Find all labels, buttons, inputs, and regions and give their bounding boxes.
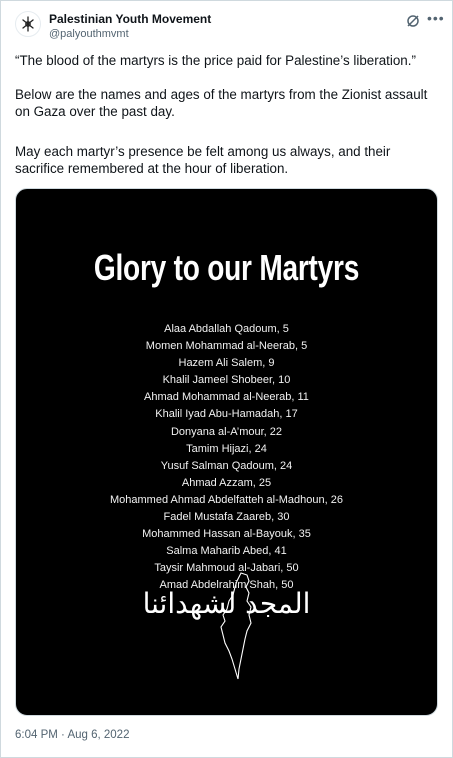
martyr-name: Alaa Abdallah Qadoum, 5 bbox=[164, 323, 289, 335]
martyr-name: Momen Mohammad al-Neerab, 5 bbox=[145, 340, 308, 353]
martyr-name: Ahmad Mohammad al-Neerab, 11 bbox=[144, 391, 309, 404]
pym-logo-icon bbox=[22, 16, 34, 32]
media-title: Glory to our Martyrs bbox=[93, 247, 360, 288]
martyr-name: Hazem Ali Salem, 9 bbox=[178, 357, 275, 370]
martyr-name: Fadel Mustafa Zaareb, 30 bbox=[163, 511, 290, 524]
tweet-text-paragraph-1: “The blood of the martyrs is the price p… bbox=[15, 53, 416, 68]
martyr-name: Tamim Hijazi, 24 bbox=[186, 442, 267, 455]
tweet-timestamp: 6:04 PM · Aug 6, 2022 bbox=[15, 729, 129, 741]
tweet-card: Palestinian Youth Movement @palyouthmvmt… bbox=[0, 0, 453, 758]
avatar[interactable] bbox=[15, 11, 41, 37]
author-handle[interactable]: @palyouthmvmt bbox=[49, 28, 129, 40]
martyr-name: Yusuf Salman Qadoum, 24 bbox=[160, 459, 293, 472]
tweet-header: Palestinian Youth Movement @palyouthmvmt… bbox=[13, 9, 444, 43]
tweet-text-paragraph-3: May each martyr’s presence be felt among… bbox=[15, 144, 391, 176]
arabic-slogan: المجد لشهدائنا bbox=[142, 587, 311, 620]
martyr-name: Donyana al-A’mour, 22 bbox=[170, 425, 283, 438]
more-options-icon[interactable]: ••• bbox=[427, 11, 444, 27]
grok-icon[interactable] bbox=[405, 13, 421, 29]
tweet-media-image[interactable]: Glory to our Martyrs Alaa Abdallah Qadou… bbox=[15, 188, 438, 716]
tweet-date[interactable]: Aug 6, 2022 bbox=[67, 729, 129, 741]
tweet-text-paragraph-2: Below are the names and ages of the mart… bbox=[15, 87, 428, 119]
tweet-time[interactable]: 6:04 PM bbox=[15, 729, 58, 741]
author-name[interactable]: Palestinian Youth Movement bbox=[49, 12, 211, 26]
martyr-name: Salma Maharib Abed, 41 bbox=[166, 545, 287, 558]
martyr-name: Mohammed Hassan al-Bayouk, 35 bbox=[142, 528, 311, 541]
martyr-name: Mohammed Ahmad Abdelfatteh al-Madhoun, 2… bbox=[110, 493, 343, 506]
timestamp-separator: · bbox=[61, 729, 65, 741]
martyr-name: Khalil Iyad Abu-Hamadah, 17 bbox=[155, 408, 298, 421]
martyr-name: Khalil Jameel Shobeer, 10 bbox=[162, 374, 291, 387]
martyrs-list: Alaa Abdallah Qadoum, 5 Momen Mohammad al… bbox=[16, 321, 437, 595]
martyr-name: Ahmad Azzam, 25 bbox=[181, 476, 272, 489]
